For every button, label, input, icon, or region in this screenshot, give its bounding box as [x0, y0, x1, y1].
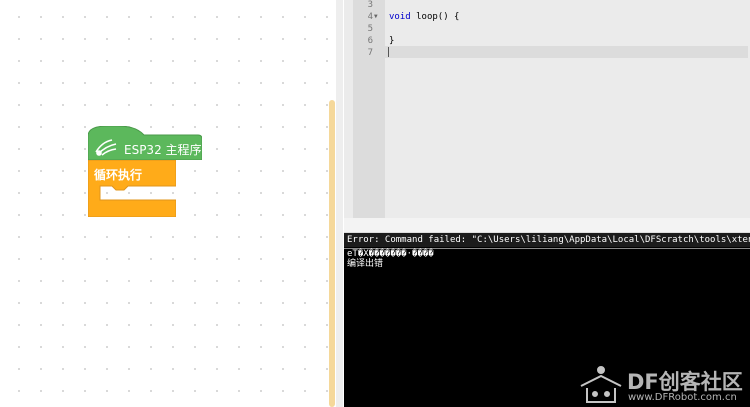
- watermark-url: www.DFRobot.com.cn: [628, 392, 737, 403]
- error-message: Error: Command failed: "C:\Users\liliang…: [344, 233, 750, 247]
- code-text: loop() {: [410, 12, 460, 22]
- console-output-line: 编译出错: [347, 259, 384, 269]
- pane-divider[interactable]: [336, 0, 343, 407]
- code-line[interactable]: 4 ▼ void loop() {: [353, 11, 733, 23]
- loop-forever-label: 循环执行: [94, 168, 143, 182]
- fold-arrow-icon[interactable]: ▼: [374, 11, 378, 23]
- line-number: 7: [367, 48, 373, 58]
- code-text: }: [389, 36, 395, 46]
- esp32-main-label: ESP32 主程序: [124, 143, 202, 157]
- code-editor[interactable]: 3 4 ▼ void loop() { 5 6 } 7: [344, 0, 750, 218]
- line-number: 4: [367, 12, 373, 22]
- line-number: 5: [367, 24, 373, 34]
- line-number: 6: [367, 36, 373, 46]
- console-header: [344, 218, 750, 233]
- text-cursor: [388, 47, 389, 57]
- active-line-highlight: [385, 46, 748, 58]
- code-keyword: void: [389, 12, 411, 22]
- line-number: 3: [367, 0, 373, 10]
- workspace-scrollbar[interactable]: [329, 100, 335, 407]
